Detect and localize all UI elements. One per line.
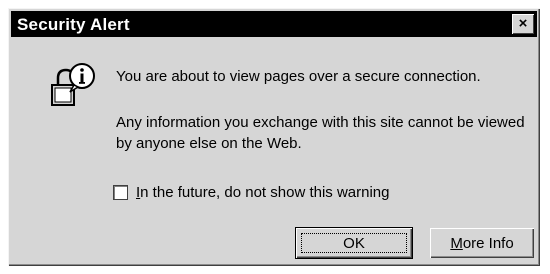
more-info-button[interactable]: More Info [430,228,534,258]
dont-show-warning-checkbox[interactable] [114,185,127,199]
ok-button[interactable]: OK [296,228,412,258]
window-title: Security Alert [17,15,130,34]
title-bar[interactable]: Security Alert × [11,11,537,37]
privacy-message: Any information you exchange with this s… [116,114,525,152]
focus-rectangle [301,233,407,253]
info-lock-icon [51,63,95,106]
security-alert-dialog: Security Alert × You are about to view p… [8,8,540,266]
secure-connection-message: You are about to view pages over a secur… [116,68,481,85]
dont-show-warning-option[interactable]: In the future, do not show this warning [114,182,390,202]
close-button[interactable]: × [512,14,534,34]
dont-show-warning-label[interactable]: In the future, do not show this warning [136,184,390,201]
more-info-button-label: More Info [450,234,514,252]
